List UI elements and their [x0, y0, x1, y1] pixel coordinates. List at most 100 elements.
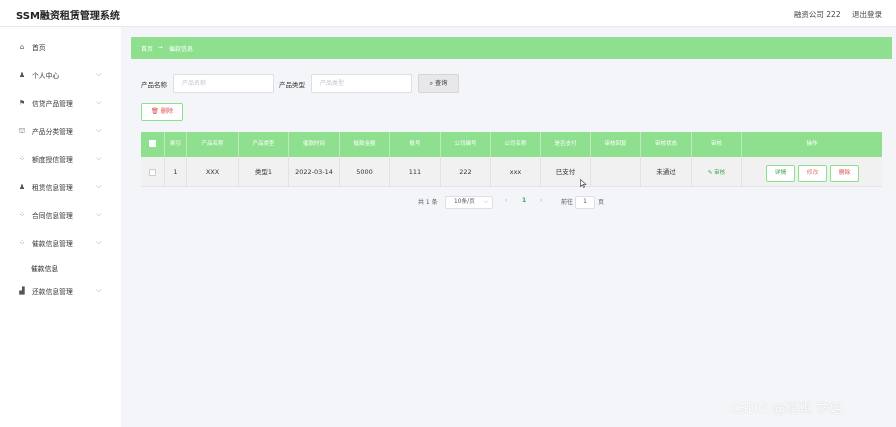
sidebar-item-home[interactable]: ⌂ 首页 [0, 40, 121, 56]
logout-link[interactable]: 退出登录 [852, 10, 882, 19]
table-header: 索引 产品名称 产品类型 催款时间 催款金额 账号 公司编号 公司名称 是否支付… [141, 132, 882, 157]
cell-company-name: xxx [491, 157, 541, 187]
trash-icon: 🗑 [150, 108, 159, 115]
pagination-total: 共 1 条 [418, 199, 438, 206]
cell-reply [591, 157, 641, 187]
breadcrumb-separator: ➙ [158, 44, 164, 51]
search-button-label: 查询 [435, 80, 448, 87]
sidebar-item-label: 个人中心 [32, 72, 60, 80]
sidebar-item-lease-info[interactable]: ♟ 租赁信息管理 ⌵ [0, 180, 121, 196]
bank-icon: ⛫ [18, 127, 26, 135]
cell-company-no: 222 [441, 157, 491, 187]
watermark: CSDN @琪琪 学姐 [730, 402, 843, 417]
sidebar-item-label: 信贷产品管理 [32, 100, 73, 108]
column-header[interactable]: 催款时间 [289, 132, 340, 157]
chart-icon: ▟ [19, 287, 25, 295]
cell-product-type: 类型1 [239, 157, 289, 187]
product-name-input[interactable] [173, 74, 274, 93]
product-type-label: 产品类型 [279, 81, 305, 89]
goto-page-input[interactable]: 1 [575, 196, 595, 209]
product-name-label: 产品名称 [141, 81, 167, 89]
audit-label: 审核 [714, 170, 726, 176]
next-page-button[interactable]: › [540, 197, 542, 204]
table-row: 1 XXX 类型1 2022-03-14 5000 111 222 xxx 已支… [141, 157, 882, 187]
sidebar-item-collection-info[interactable]: ⁘ 催款信息管理 ⌵ [0, 236, 121, 252]
sidebar-item-label: 催款信息管理 [32, 240, 73, 248]
sidebar-item-label: 首页 [32, 44, 46, 52]
breadcrumb-home[interactable]: 首页 [141, 44, 153, 53]
user-icon: ♟ [18, 183, 26, 191]
mouse-cursor-icon [580, 179, 587, 188]
detail-button[interactable]: 详情 [766, 165, 795, 182]
chevron-down-icon: ⌵ [96, 70, 102, 78]
chevron-down-icon: ⌵ [483, 199, 488, 205]
top-bar: SSM融资租赁管理系统 融资公司 222 退出登录 [0, 0, 896, 27]
select-all-checkbox[interactable] [149, 140, 156, 147]
column-header[interactable]: 公司编号 [441, 132, 491, 157]
sidebar-item-credit-products[interactable]: ⚑ 信贷产品管理 ⌵ [0, 96, 121, 112]
page-number-current[interactable]: 1 [522, 197, 526, 204]
sidebar-item-contract-info[interactable]: ⁘ 合同信息管理 ⌵ [0, 208, 121, 224]
sidebar-item-product-categories[interactable]: ⛫ 产品分类管理 ⌵ [0, 124, 121, 140]
cell-audit: ✎ 审核 [692, 157, 742, 187]
sidebar-item-profile[interactable]: ♟ 个人中心 ⌵ [0, 68, 121, 84]
cell-account: 111 [390, 157, 441, 187]
column-header[interactable]: 审核状态 [641, 132, 692, 157]
chevron-down-icon: ⌵ [96, 98, 102, 106]
page-size-value: 10条/页 [454, 199, 475, 205]
goto-suffix: 页 [598, 199, 605, 206]
sidebar-item-credit-limit[interactable]: ⁘ 额度授信管理 ⌵ [0, 152, 121, 168]
column-header[interactable]: 产品类型 [239, 132, 289, 157]
column-header[interactable]: 产品名称 [187, 132, 239, 157]
home-icon: ⌂ [19, 43, 25, 51]
sidebar-subitem-collection[interactable]: 催款信息 [31, 263, 58, 273]
delete-button[interactable]: 删除 [830, 165, 859, 182]
chevron-down-icon: ⌵ [96, 238, 102, 246]
column-header[interactable]: 账号 [390, 132, 441, 157]
cell-actions: 详情 修改 删除 [742, 157, 882, 187]
edit-button[interactable]: 修改 [798, 165, 827, 182]
row-select-cell [141, 157, 165, 187]
sidebar-item-label: 产品分类管理 [32, 128, 73, 136]
chevron-down-icon: ⌵ [96, 126, 102, 134]
breadcrumb: 首页 ➙ 催款信息 [131, 37, 892, 59]
sidebar-item-label: 合同信息管理 [32, 212, 73, 220]
audit-link[interactable]: ✎ 审核 [708, 170, 725, 176]
search-icon: ⌕ [429, 80, 434, 87]
column-header[interactable]: 公司名称 [491, 132, 541, 157]
column-header[interactable]: 催款金额 [340, 132, 390, 157]
sidebar-item-repayment-info[interactable]: ▟ 还款信息管理 ⌵ [0, 284, 121, 300]
chevron-down-icon: ⌵ [96, 210, 102, 218]
cell-product-name: XXX [187, 157, 239, 187]
sidebar-item-label: 还款信息管理 [32, 288, 73, 296]
chevron-down-icon: ⌵ [96, 154, 102, 162]
chevron-down-icon: ⌵ [96, 182, 102, 190]
edit-icon: ✎ [707, 170, 713, 176]
search-button[interactable]: ⌕ 查询 [418, 74, 459, 93]
cell-index: 1 [165, 157, 187, 187]
goto-label: 前往 [561, 199, 574, 206]
grid-icon: ⁘ [19, 155, 25, 163]
user-icon: ♟ [18, 71, 26, 79]
app-title: SSM融资租赁管理系统 [16, 11, 120, 22]
column-header: 操作 [806, 141, 818, 147]
select-all-cell [141, 132, 165, 157]
cell-amount: 5000 [340, 157, 390, 187]
row-checkbox[interactable] [149, 168, 156, 176]
column-header[interactable]: 索引 [165, 132, 187, 157]
page-size-select[interactable]: 10条/页 ⌵ [445, 196, 493, 209]
column-header[interactable]: 审核回复 [591, 132, 641, 157]
product-type-input[interactable] [311, 74, 412, 93]
user-area: 融资公司 222 退出登录 [785, 9, 882, 20]
sidebar-item-label: 额度授信管理 [32, 156, 73, 164]
sidebar-item-label: 租赁信息管理 [32, 184, 73, 192]
grid-icon: ⁘ [19, 211, 25, 219]
column-header[interactable]: 审核 [692, 132, 742, 157]
column-header[interactable]: 是否支付 [541, 132, 591, 157]
cell-time: 2022-03-14 [289, 157, 340, 187]
batch-delete-button[interactable]: 🗑 删除 [141, 103, 183, 121]
prev-page-button[interactable]: ‹ [505, 197, 507, 204]
sidebar: ⌂ 首页 ♟ 个人中心 ⌵ ⚑ 信贷产品管理 ⌵ ⛫ 产品分类管理 ⌵ ⁘ 额度… [0, 27, 121, 427]
current-user: 融资公司 222 [793, 10, 841, 19]
flag-icon: ⚑ [18, 99, 26, 107]
